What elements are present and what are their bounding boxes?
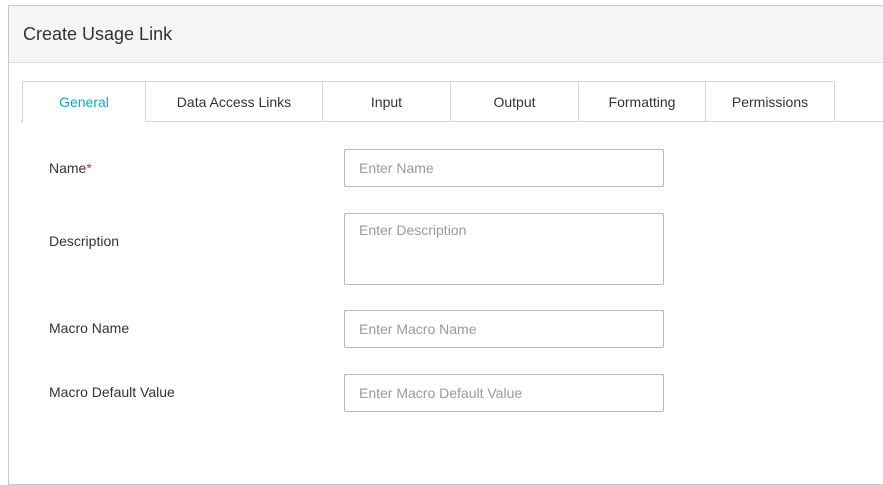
tab-formatting[interactable]: Formatting [578, 81, 705, 122]
tab-output[interactable]: Output [450, 81, 578, 122]
name-label-text: Name [49, 160, 87, 176]
macro-default-value-input[interactable] [344, 374, 664, 412]
tab-bar: General Data Access Links Input Output F… [22, 81, 835, 123]
name-label: Name* [49, 160, 92, 176]
dialog-title: Create Usage Link [23, 24, 173, 44]
tab-input[interactable]: Input [322, 81, 450, 122]
macro-name-label: Macro Name [49, 320, 130, 336]
tab-data-access-links[interactable]: Data Access Links [145, 81, 322, 122]
dialog-header: Create Usage Link [9, 6, 883, 63]
macro-name-input[interactable] [344, 310, 664, 348]
tab-permissions[interactable]: Permissions [705, 81, 835, 122]
macro-default-value-label: Macro Default Value [49, 384, 175, 400]
description-field[interactable] [344, 213, 664, 285]
create-usage-link-dialog: Create Usage Link General Data Access Li… [8, 5, 883, 485]
required-marker: * [86, 160, 92, 176]
name-input[interactable] [344, 149, 664, 187]
description-label: Description [49, 233, 120, 249]
tab-general[interactable]: General [22, 81, 145, 123]
